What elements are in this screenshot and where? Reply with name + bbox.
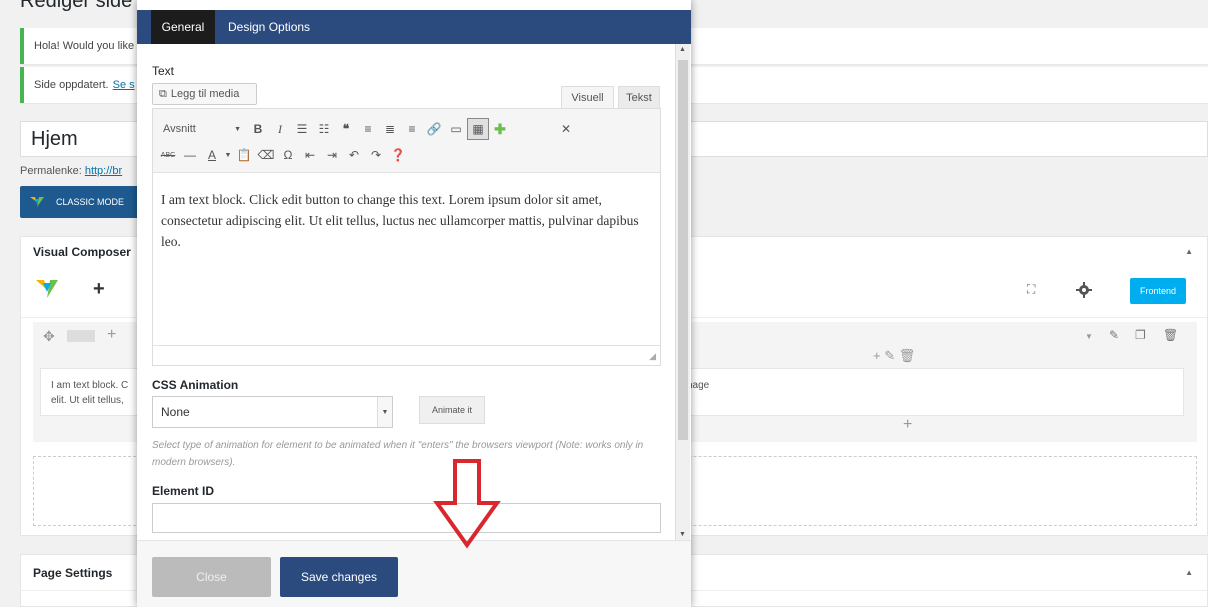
permalink-link[interactable]: http://br	[85, 165, 122, 177]
blockquote-icon[interactable]: ❝	[335, 118, 357, 140]
delete-icon[interactable]: 🗑	[1163, 328, 1178, 342]
clone-icon[interactable]: ❐	[1135, 328, 1146, 342]
scroll-up-icon[interactable]: ▲	[679, 46, 686, 53]
undo-icon[interactable]: ↶	[343, 144, 365, 166]
chevron-down-icon[interactable]: ▼	[223, 144, 233, 166]
classic-mode-label: CLASSIC MODE	[56, 197, 125, 207]
vc-add-shortcode-icon[interactable]: ✚	[489, 118, 511, 140]
scroll-down-icon[interactable]: ▼	[679, 531, 686, 538]
toolbar-toggle-icon[interactable]: ▦	[467, 118, 489, 140]
read-more-icon[interactable]: ▭	[445, 118, 467, 140]
help-icon[interactable]: ❓	[387, 144, 409, 166]
toolbar-row-1: Avsnitt ▼ B I ☰ ☷ ❝ ≡ ≣ ≡ 🔗 ▭ ▦ ✚ ✕	[157, 117, 577, 141]
indent-icon[interactable]: ⇥	[321, 144, 343, 166]
paste-text-icon[interactable]: 📋	[233, 144, 255, 166]
permalink-label: Permalenke:	[20, 165, 82, 177]
text-color-icon[interactable]: A	[201, 144, 223, 166]
media-icon: ⧉	[159, 87, 167, 100]
outdent-icon[interactable]: ⇤	[299, 144, 321, 166]
classic-mode-button[interactable]: CLASSIC MODE	[20, 186, 140, 218]
css-animation-help: Select type of animation for element to …	[152, 440, 644, 468]
element-id-label: Element ID	[152, 484, 215, 498]
resize-handle-icon[interactable]: ◢	[649, 351, 656, 362]
notice-text: Hola! Would you like	[34, 40, 135, 52]
add-column-icon[interactable]: +	[107, 326, 116, 344]
strikethrough-icon[interactable]: ABC	[157, 144, 179, 166]
add-element-bottom-icon[interactable]: +	[903, 416, 912, 434]
format-select[interactable]: Avsnitt ▼	[157, 118, 247, 140]
collapse-icon[interactable]: ▲	[1185, 568, 1193, 577]
save-changes-button[interactable]: Save changes	[280, 557, 398, 597]
vc-logo-icon	[30, 197, 44, 207]
edit-icon[interactable]: ✎	[1109, 328, 1119, 342]
fullscreen-icon[interactable]: ⛶	[1027, 282, 1035, 297]
scroll-thumb[interactable]	[678, 60, 688, 440]
edit-element-modal: General Design Options Text ⧉ Legg til m…	[137, 0, 691, 607]
layout-icon[interactable]	[67, 330, 95, 342]
css-animation-label: CSS Animation	[152, 378, 239, 392]
chevron-down-icon[interactable]: ▼	[377, 397, 392, 427]
redo-icon[interactable]: ↷	[365, 144, 387, 166]
bullet-list-icon[interactable]: ☰	[291, 118, 313, 140]
add-media-label: Legg til media	[170, 88, 240, 100]
align-right-icon[interactable]: ≡	[401, 118, 423, 140]
wysiwyg-editor: Avsnitt ▼ B I ☰ ☷ ❝ ≡ ≣ ≡ 🔗 ▭ ▦ ✚ ✕ ABC …	[152, 108, 661, 366]
bold-icon[interactable]: B	[247, 118, 269, 140]
page-settings-title: Page Settings	[33, 565, 113, 580]
tab-visual[interactable]: Visuell	[561, 86, 614, 108]
gear-icon[interactable]	[1076, 282, 1092, 298]
tab-design-options[interactable]: Design Options	[228, 10, 310, 44]
row-dropdown-icon[interactable]: ▼	[1085, 332, 1093, 341]
vc-logo-icon[interactable]	[35, 278, 59, 300]
italic-icon[interactable]: I	[269, 118, 291, 140]
special-character-icon[interactable]: Ω	[277, 144, 299, 166]
post-title-value: Hjem	[31, 127, 78, 150]
editor-toolbar: Avsnitt ▼ B I ☰ ☷ ❝ ≡ ≣ ≡ 🔗 ▭ ▦ ✚ ✕ ABC …	[153, 109, 660, 173]
clear-formatting-icon[interactable]: ⌫	[255, 144, 277, 166]
toolbar-row-2: ABC — A ▼ 📋 ⌫ Ω ⇤ ⇥ ↶ ↷ ❓	[157, 143, 409, 167]
modal-footer: Close Save changes	[137, 540, 691, 607]
element-id-input[interactable]	[152, 503, 661, 533]
numbered-list-icon[interactable]: ☷	[313, 118, 335, 140]
format-select-value: Avsnitt	[163, 123, 196, 135]
close-button[interactable]: Close	[152, 557, 271, 597]
frontend-button[interactable]: Frontend	[1130, 278, 1186, 304]
modal-scrollbar[interactable]: ▲ ▼	[675, 44, 690, 540]
chevron-down-icon: ▼	[234, 125, 241, 133]
tab-general[interactable]: General	[151, 10, 215, 44]
annotation-arrow-icon	[433, 459, 501, 549]
text-label: Text	[152, 64, 175, 78]
align-left-icon[interactable]: ≡	[357, 118, 379, 140]
permalink: Permalenke: http://br	[20, 165, 122, 177]
drag-icon[interactable]: ✥	[43, 328, 55, 345]
collapse-icon[interactable]: ▲	[1185, 247, 1193, 256]
vc-box-title: Visual Composer	[33, 244, 131, 259]
column-controls[interactable]: + ✎ 🗑	[873, 348, 915, 364]
modal-header: General Design Options	[137, 10, 691, 44]
add-element-icon[interactable]: +	[93, 278, 105, 301]
animate-it-button[interactable]: Animate it	[419, 396, 485, 424]
css-animation-value: None	[161, 405, 190, 419]
editor-content[interactable]: I am text block. Click edit button to ch…	[161, 189, 651, 252]
notice-text: Side oppdatert.	[34, 79, 109, 91]
add-media-button[interactable]: ⧉ Legg til media	[152, 83, 257, 105]
css-animation-select[interactable]: None ▼	[152, 396, 393, 428]
tab-text[interactable]: Tekst	[618, 86, 660, 108]
horizontal-line-icon[interactable]: —	[179, 144, 201, 166]
notice-link[interactable]: Se s	[113, 79, 135, 91]
page-title: Rediger side	[20, 0, 133, 12]
link-icon[interactable]: 🔗	[423, 118, 445, 140]
align-center-icon[interactable]: ≣	[379, 118, 401, 140]
fullscreen-icon[interactable]: ✕	[555, 118, 577, 140]
editor-statusbar: ◢	[153, 345, 660, 365]
